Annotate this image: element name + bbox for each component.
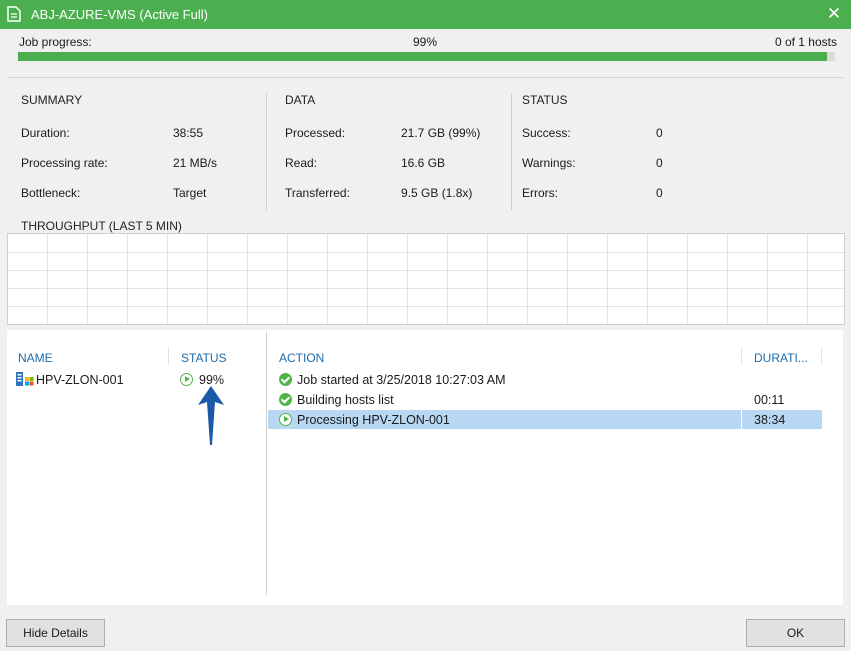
throughput-heading: THROUGHPUT (LAST 5 MIN) (21, 219, 182, 233)
success-label: Success: (522, 126, 571, 140)
job-progress-fill (18, 52, 827, 61)
name-column-header[interactable]: NAME (18, 351, 53, 365)
document-icon (7, 6, 21, 22)
hide-details-button[interactable]: Hide Details (6, 619, 105, 647)
throughput-grid (8, 234, 844, 324)
action-row-duration: 00:11 (754, 393, 785, 407)
read-value: 16.6 GB (401, 156, 446, 170)
column-separator (741, 410, 742, 429)
annotation-arrow-icon (198, 386, 224, 445)
warnings-value: 0 (656, 156, 663, 170)
errors-value: 0 (656, 186, 663, 200)
divider (511, 93, 512, 210)
summary-heading: SUMMARY (21, 93, 83, 107)
title-bar: ABJ-AZURE-VMS (Active Full) ✕ (0, 0, 851, 29)
transferred-label: Transferred: (285, 186, 350, 200)
bottleneck-value: Target (173, 186, 207, 200)
panel-splitter[interactable] (266, 332, 267, 595)
details-panel (7, 330, 843, 605)
success-value: 0 (656, 126, 663, 140)
processing-rate-label: Processing rate: (21, 156, 108, 170)
column-separator[interactable] (741, 347, 742, 365)
duration-label: Duration: (21, 126, 70, 140)
processing-rate-value: 21 MB/s (173, 156, 218, 170)
close-button[interactable]: ✕ (825, 4, 843, 24)
action-row-text[interactable]: Building hosts list (297, 393, 394, 407)
status-column-header[interactable]: STATUS (181, 351, 227, 365)
errors-label: Errors: (522, 186, 558, 200)
running-play-icon (180, 373, 193, 386)
column-separator[interactable] (821, 347, 822, 365)
action-column-header[interactable]: ACTION (279, 351, 324, 365)
action-row-duration: 38:34 (754, 413, 786, 427)
success-check-icon (279, 373, 292, 386)
action-row-text[interactable]: Processing HPV-ZLON-001 (297, 413, 450, 427)
processed-label: Processed: (285, 126, 346, 140)
status-heading: STATUS (522, 93, 568, 107)
job-progress-hosts: 0 of 1 hosts (774, 35, 837, 49)
job-progress-bar (18, 52, 835, 61)
running-play-icon (279, 413, 292, 426)
success-check-icon (279, 393, 292, 406)
throughput-chart (7, 233, 845, 325)
processed-value: 21.7 GB (99%) (401, 126, 481, 140)
ok-button[interactable]: OK (746, 619, 845, 647)
server-vm-icon (16, 372, 34, 386)
duration-value: 38:55 (173, 126, 204, 140)
window-title: ABJ-AZURE-VMS (Active Full) (31, 7, 208, 22)
warnings-label: Warnings: (522, 156, 576, 170)
divider (7, 77, 843, 78)
data-heading: DATA (285, 93, 316, 107)
divider (266, 93, 267, 210)
job-progress-label: Job progress: (19, 35, 92, 49)
vm-name[interactable]: HPV-ZLON-001 (36, 373, 124, 387)
column-separator[interactable] (168, 347, 169, 365)
bottleneck-label: Bottleneck: (21, 186, 81, 200)
job-progress-percent: 99% (413, 35, 438, 49)
read-label: Read: (285, 156, 318, 170)
duration-column-header[interactable]: DURATI... (754, 351, 808, 365)
transferred-value: 9.5 GB (1.8x) (401, 186, 473, 200)
action-row-text[interactable]: Job started at 3/25/2018 10:27:03 AM (297, 373, 505, 387)
